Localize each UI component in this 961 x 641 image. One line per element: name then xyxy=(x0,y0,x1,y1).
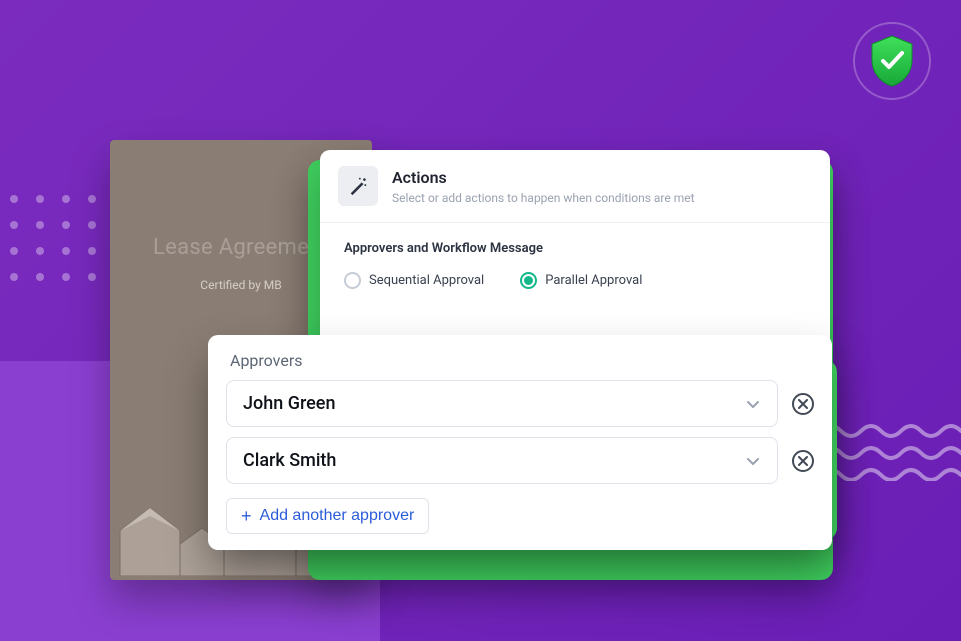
chevron-down-icon xyxy=(745,453,761,469)
approvers-card: Approvers John Green Clark Smith + Add a… xyxy=(208,335,832,550)
security-badge xyxy=(853,22,931,100)
add-another-label: Add another approver xyxy=(260,507,415,525)
shield-check-icon xyxy=(868,34,916,88)
remove-approver-button[interactable] xyxy=(792,393,814,415)
actions-title: Actions xyxy=(392,168,695,187)
approvers-title: Approvers xyxy=(230,351,814,370)
radio-parallel-approval[interactable]: Parallel Approval xyxy=(520,272,642,289)
radio-label: Sequential Approval xyxy=(369,273,484,288)
remove-approver-button[interactable] xyxy=(792,450,814,472)
radio-sequential-approval[interactable]: Sequential Approval xyxy=(344,272,484,289)
radio-label: Parallel Approval xyxy=(545,273,642,288)
magic-wand-icon xyxy=(338,166,378,206)
chevron-down-icon xyxy=(745,396,761,412)
approver-select[interactable]: Clark Smith xyxy=(226,437,778,484)
decorative-waves xyxy=(821,421,961,481)
approver-row: Clark Smith xyxy=(226,437,814,484)
actions-subtitle: Select or add actions to happen when con… xyxy=(392,191,695,205)
approver-name: John Green xyxy=(243,393,335,414)
workflow-section-label: Approvers and Workflow Message xyxy=(344,241,806,256)
add-another-approver-button[interactable]: + Add another approver xyxy=(226,498,429,534)
plus-icon: + xyxy=(241,507,252,525)
actions-card: Actions Select or add actions to happen … xyxy=(320,150,830,359)
approver-name: Clark Smith xyxy=(243,450,336,471)
approver-row: John Green xyxy=(226,380,814,427)
approver-select[interactable]: John Green xyxy=(226,380,778,427)
